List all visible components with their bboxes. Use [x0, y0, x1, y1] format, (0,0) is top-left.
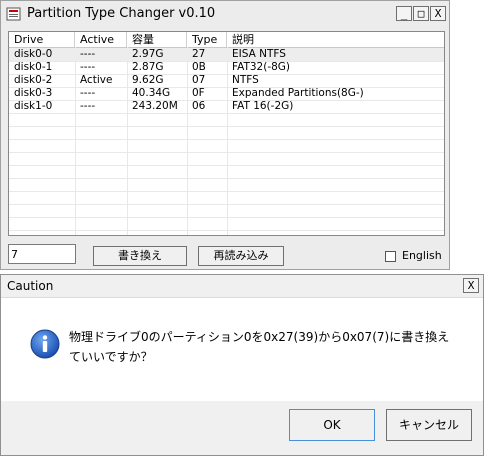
- drive-cell: disk0-3: [14, 87, 53, 99]
- rewrite-button[interactable]: 書き換え: [93, 246, 187, 266]
- column-header-description[interactable]: 説明: [227, 32, 444, 47]
- type-value-input[interactable]: [8, 244, 76, 264]
- english-checkbox[interactable]: [385, 251, 396, 262]
- drive-cell: disk0-2: [14, 74, 53, 86]
- cancel-button[interactable]: キャンセル: [386, 409, 472, 441]
- type-cell: 0F: [192, 87, 205, 99]
- caution-dialog: Caution X 物理ドライブ0のパーティション0を0x27(39)から0x0…: [0, 274, 484, 456]
- maximize-button[interactable]: □: [413, 6, 429, 21]
- dialog-title: Caution: [7, 279, 54, 293]
- type-cell: 27: [192, 48, 206, 60]
- list-row[interactable]: disk0-1 ---- 2.87G 0B FAT32(-8G): [9, 61, 444, 74]
- dialog-body: 物理ドライブ0のパーティション0を0x27(39)から0x07(7)に書き換え …: [1, 298, 483, 401]
- close-button[interactable]: X: [430, 6, 446, 21]
- dialog-title-bar: Caution X: [1, 275, 483, 298]
- column-header-size[interactable]: 容量: [127, 32, 187, 47]
- drive-cell: disk1-0: [14, 100, 53, 112]
- title-bar: Partition Type Changer v0.10 _ □ X: [1, 1, 449, 27]
- description-cell: EISA NTFS: [232, 48, 286, 60]
- partition-type-changer-window: Partition Type Changer v0.10 _ □ X Drive…: [0, 0, 450, 270]
- column-header-type[interactable]: Type: [187, 32, 227, 47]
- column-header-drive[interactable]: Drive: [9, 32, 75, 47]
- description-cell: NTFS: [232, 74, 259, 86]
- dialog-message-line1: 物理ドライブ0のパーティション0を0x27(39)から0x07(7)に書き換え: [69, 330, 450, 344]
- dialog-close-button[interactable]: X: [463, 278, 479, 293]
- active-cell: ----: [80, 61, 96, 73]
- list-row[interactable]: disk1-0 ---- 243.20M 06 FAT 16(-2G): [9, 100, 444, 113]
- minimize-button[interactable]: _: [396, 6, 412, 21]
- ok-button[interactable]: OK: [289, 409, 375, 441]
- window-title: Partition Type Changer v0.10: [27, 6, 216, 21]
- list-row[interactable]: disk0-0 ---- 2.97G 27 EISA NTFS: [9, 48, 444, 61]
- list-header: Drive Active 容量 Type 説明: [9, 32, 444, 48]
- description-cell: FAT 16(-2G): [232, 100, 294, 112]
- size-cell: 2.97G: [132, 48, 164, 60]
- description-cell: FAT32(-8G): [232, 61, 291, 73]
- app-icon: [6, 7, 21, 21]
- reload-button[interactable]: 再読み込み: [198, 246, 284, 266]
- list-row[interactable]: disk0-3 ---- 40.34G 0F Expanded Partitio…: [9, 87, 444, 100]
- size-cell: 2.87G: [132, 61, 164, 73]
- drive-cell: disk0-0: [14, 48, 53, 60]
- active-cell: ----: [80, 100, 96, 112]
- size-cell: 40.34G: [132, 87, 171, 99]
- english-checkbox-label[interactable]: English: [402, 249, 442, 262]
- active-cell: ----: [80, 87, 96, 99]
- size-cell: 243.20M: [132, 100, 178, 112]
- partition-list[interactable]: Drive Active 容量 Type 説明 disk0-0 ---- 2.9…: [8, 31, 445, 236]
- size-cell: 9.62G: [132, 74, 164, 86]
- info-icon: [30, 329, 60, 359]
- active-cell: Active: [80, 74, 113, 86]
- drive-cell: disk0-1: [14, 61, 53, 73]
- type-cell: 0B: [192, 61, 206, 73]
- dialog-message-line2: ていいですか？: [69, 350, 153, 364]
- type-cell: 06: [192, 100, 206, 112]
- active-cell: ----: [80, 48, 96, 60]
- column-header-active[interactable]: Active: [75, 32, 127, 47]
- type-cell: 07: [192, 74, 206, 86]
- list-row[interactable]: disk0-2 Active 9.62G 07 NTFS: [9, 74, 444, 87]
- description-cell: Expanded Partitions(8G-): [232, 87, 364, 99]
